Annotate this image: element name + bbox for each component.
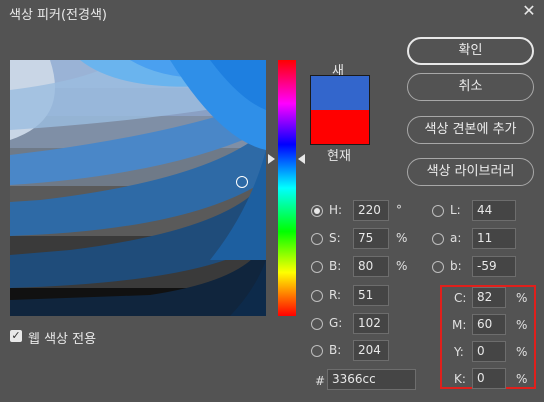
hue-unit: ° [396, 203, 402, 217]
ok-button[interactable]: 확인 [407, 37, 534, 65]
green-label: G: [329, 316, 343, 330]
magenta-label: M: [452, 318, 467, 332]
brightness-unit: % [396, 259, 408, 273]
red-label: R: [329, 288, 342, 302]
current-color-label: 현재 [327, 149, 351, 164]
cyan-label: C: [454, 291, 467, 305]
black-unit: % [516, 372, 528, 386]
color-field[interactable] [10, 60, 266, 316]
cyan-field[interactable]: 82 [472, 287, 506, 308]
new-color-swatch [311, 76, 369, 110]
green-field[interactable]: 102 [353, 313, 389, 334]
color-field-graphic [10, 60, 266, 316]
hex-label: # [315, 374, 326, 388]
red-radio[interactable] [311, 290, 323, 302]
hue-slider-left-arrow-icon[interactable] [268, 154, 275, 164]
lab-l-label: L: [450, 203, 461, 217]
saturation-unit: % [396, 231, 408, 245]
close-icon[interactable]: ✕ [521, 3, 537, 19]
web-colors-label: 웹 색상 전용 [28, 332, 97, 347]
color-swatch [310, 75, 370, 145]
brightness-radio[interactable] [311, 261, 323, 273]
hex-field[interactable]: 3366cc [327, 369, 416, 390]
saturation-field[interactable]: 75 [353, 228, 389, 249]
color-libraries-button[interactable]: 색상 라이브러리 [407, 158, 534, 186]
lab-a-field[interactable]: 11 [472, 228, 516, 249]
cancel-button[interactable]: 취소 [407, 73, 534, 101]
lab-l-field[interactable]: 44 [472, 200, 516, 221]
lab-l-radio[interactable] [432, 205, 444, 217]
hue-slider[interactable] [278, 60, 296, 316]
magenta-unit: % [516, 318, 528, 332]
lab-a-label: a: [450, 231, 462, 245]
red-field[interactable]: 51 [353, 285, 389, 306]
lab-b-field[interactable]: -59 [472, 256, 516, 277]
hue-label: H: [329, 203, 343, 217]
brightness-label: B: [329, 259, 342, 273]
brightness-field[interactable]: 80 [353, 256, 389, 277]
current-color-swatch[interactable] [311, 110, 369, 144]
black-label: K: [454, 372, 466, 386]
yellow-field[interactable]: 0 [472, 341, 506, 362]
green-radio[interactable] [311, 318, 323, 330]
magenta-field[interactable]: 60 [472, 314, 506, 335]
web-colors-checkbox[interactable]: ✓ [10, 330, 22, 342]
lab-b-radio[interactable] [432, 261, 444, 273]
color-field-handle[interactable] [236, 176, 248, 188]
yellow-label: Y: [454, 345, 464, 359]
yellow-unit: % [516, 345, 528, 359]
black-field[interactable]: 0 [472, 368, 506, 389]
add-to-swatches-button[interactable]: 색상 견본에 추가 [407, 116, 534, 144]
saturation-label: S: [329, 231, 341, 245]
blue-field[interactable]: 204 [353, 340, 389, 361]
blue-radio[interactable] [311, 345, 323, 357]
blue-label: B: [329, 343, 342, 357]
hue-field[interactable]: 220 [353, 200, 389, 221]
lab-b-label: b: [450, 259, 462, 273]
saturation-radio[interactable] [311, 233, 323, 245]
cyan-unit: % [516, 291, 528, 305]
window-title: 색상 피커(전경색) [9, 8, 107, 23]
lab-a-radio[interactable] [432, 233, 444, 245]
hue-radio[interactable] [311, 205, 323, 217]
hue-slider-right-arrow-icon[interactable] [298, 154, 305, 164]
